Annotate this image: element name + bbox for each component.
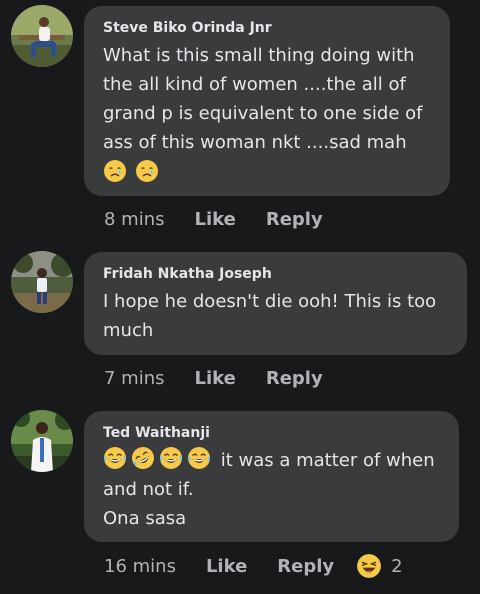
- like-button[interactable]: Like: [206, 556, 247, 577]
- laughing-reaction-icon[interactable]: [356, 553, 382, 579]
- comment-emojis: [103, 159, 432, 185]
- comment-actions: 7 mins Like Reply: [104, 364, 353, 392]
- comment-bubble: Steve Biko Orinda Jnr What is this small…: [84, 6, 450, 196]
- reply-button[interactable]: Reply: [277, 556, 334, 577]
- tears-of-joy-icon: [103, 446, 127, 470]
- reply-button[interactable]: Reply: [266, 368, 323, 389]
- comment-timestamp[interactable]: 7 mins: [104, 368, 165, 389]
- comment-text: I hope he doesn't die ooh! This is too m…: [103, 291, 437, 341]
- avatar[interactable]: [11, 251, 73, 313]
- reply-button[interactable]: Reply: [266, 209, 323, 230]
- comment-author[interactable]: Fridah Nkatha Joseph: [103, 265, 449, 283]
- comment-bubble: Fridah Nkatha Joseph I hope he doesn't d…: [84, 252, 467, 355]
- rolling-laughing-icon: [131, 446, 155, 470]
- tears-of-joy-icon: [187, 446, 211, 470]
- avatar[interactable]: [11, 5, 73, 67]
- comment-timestamp[interactable]: 8 mins: [104, 209, 165, 230]
- like-button[interactable]: Like: [195, 209, 236, 230]
- comment-author[interactable]: Ted Waithanji: [103, 424, 441, 442]
- comment-actions: 16 mins Like Reply 2: [104, 552, 403, 580]
- comment-author[interactable]: Steve Biko Orinda Jnr: [103, 19, 432, 37]
- comment-bubble: Ted Waithanji it was a matter of when an…: [84, 411, 459, 542]
- like-button[interactable]: Like: [195, 368, 236, 389]
- reaction-count[interactable]: 2: [391, 556, 402, 577]
- comment-timestamp[interactable]: 16 mins: [104, 556, 176, 577]
- comment-actions: 8 mins Like Reply: [104, 205, 353, 233]
- avatar[interactable]: [11, 410, 73, 472]
- comment-text-inline: it was a matter of when: [215, 450, 435, 471]
- comment-text: and not if. Ona sasa: [103, 479, 194, 529]
- crying-face-icon: [135, 159, 159, 183]
- comment-first-line: it was a matter of when: [103, 446, 441, 475]
- crying-face-icon: [103, 159, 127, 183]
- tears-of-joy-icon: [159, 446, 183, 470]
- comment-text: What is this small thing doing with the …: [103, 45, 423, 153]
